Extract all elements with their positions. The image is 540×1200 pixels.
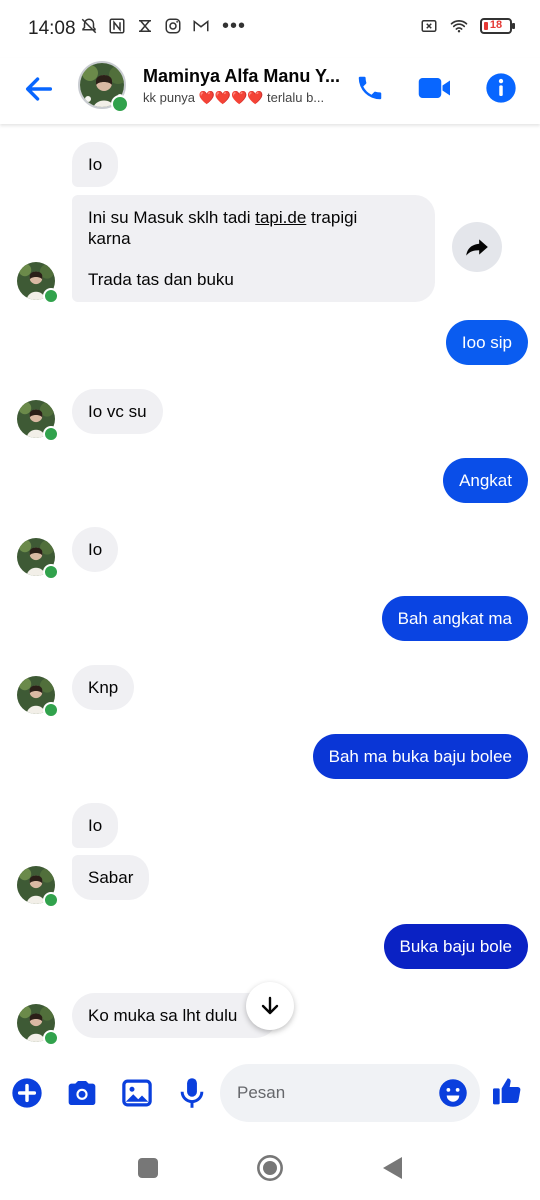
subtitle-prefix: kk punya: [143, 90, 196, 105]
status-bar: 14:08 ••• 18: [0, 0, 540, 58]
arrow-left-icon: [25, 77, 53, 101]
online-indicator: [43, 288, 59, 304]
contact-name[interactable]: Maminya Alfa Manu Y...: [143, 66, 343, 87]
capcut-icon: [139, 20, 151, 32]
online-indicator: [43, 702, 59, 718]
video-call-button[interactable]: [417, 70, 453, 106]
subtitle-suffix: terlalu b...: [267, 90, 325, 105]
message-outgoing[interactable]: Bah angkat ma: [381, 596, 528, 641]
message-text: karna: [88, 229, 131, 248]
message-incoming[interactable]: Io: [72, 527, 119, 572]
message-incoming[interactable]: Ini su Masuk sklh tadi tapi.de trapigi k…: [72, 195, 435, 302]
message-text: Trada tas dan buku: [88, 270, 234, 289]
camera-button[interactable]: [65, 1076, 99, 1110]
online-indicator: [43, 1030, 59, 1046]
emoji-button[interactable]: [438, 1078, 468, 1108]
smiley-icon: [439, 1079, 467, 1107]
message-incoming[interactable]: Knp: [72, 665, 135, 710]
nfc-icon: [109, 18, 125, 34]
battery-icon: 18: [480, 18, 515, 34]
info-icon: [486, 73, 516, 103]
message-incoming[interactable]: Io vc su: [72, 389, 163, 434]
message-text: Angkat: [459, 471, 512, 490]
message-text: Io: [88, 540, 103, 559]
scroll-to-bottom-button[interactable]: [246, 982, 294, 1030]
phone-icon: [358, 76, 382, 100]
online-indicator: [111, 95, 129, 113]
home-button[interactable]: [256, 1154, 284, 1182]
message-incoming[interactable]: Sabar: [72, 855, 150, 900]
image-icon: [122, 1079, 152, 1107]
plus-circle-icon: [12, 1078, 42, 1108]
share-arrow-icon: [466, 239, 488, 256]
circle-icon: [257, 1155, 283, 1181]
contact-subtitle: kk punya ❤️❤️❤️❤️ terlalu b...: [143, 90, 333, 106]
subtitle-hearts: ❤️❤️❤️❤️: [198, 90, 264, 105]
back-button[interactable]: [22, 72, 56, 106]
message-text: Io: [88, 816, 103, 835]
message-composer: Pesan: [0, 1048, 540, 1140]
message-text: Bah ma buka baju bolee: [328, 747, 512, 766]
recents-button[interactable]: [134, 1154, 162, 1182]
message-input[interactable]: Pesan: [220, 1064, 480, 1122]
video-camera-icon: [418, 78, 450, 98]
back-nav-button[interactable]: [378, 1154, 406, 1182]
bell-off-icon: [81, 18, 97, 34]
microphone-icon: [180, 1078, 204, 1108]
gmail-icon: [193, 19, 209, 32]
arrow-down-icon: [261, 996, 279, 1015]
more-actions-button[interactable]: [10, 1076, 44, 1110]
conversation-header: Maminya Alfa Manu Y... kk punya ❤️❤️❤️❤️…: [0, 58, 540, 124]
message-outgoing[interactable]: Buka baju bole: [383, 924, 528, 969]
message-outgoing[interactable]: Bah ma buka baju bolee: [312, 734, 528, 779]
status-notification-icons: •••: [80, 15, 247, 37]
message-outgoing[interactable]: Angkat: [443, 458, 528, 503]
gallery-button[interactable]: [120, 1076, 154, 1110]
conversation-info-button[interactable]: [483, 70, 519, 106]
online-indicator: [43, 426, 59, 442]
message-text: Knp: [88, 678, 119, 697]
online-indicator: [43, 564, 59, 580]
message-text: Bah angkat ma: [397, 609, 512, 628]
square-icon: [138, 1158, 158, 1178]
wifi-icon: [450, 20, 468, 33]
message-text: Ko muka sa lht dulu: [88, 1006, 238, 1025]
camera-icon: [68, 1081, 96, 1105]
message-text: trapigi: [306, 208, 358, 227]
message-outgoing[interactable]: Ioo sip: [445, 320, 528, 365]
status-time: 14:08: [28, 18, 76, 39]
no-sim-icon: [421, 20, 437, 32]
message-incoming[interactable]: Io: [72, 142, 119, 187]
message-incoming[interactable]: Io: [72, 803, 119, 848]
message-text: Sabar: [88, 868, 134, 887]
system-navigation-bar: [0, 1140, 540, 1200]
message-text: Ini su Masuk sklh tadi: [88, 208, 256, 227]
voice-message-button[interactable]: [175, 1076, 209, 1110]
message-thread[interactable]: Io Ini su Masuk sklh tadi tapi.de trapig…: [0, 124, 540, 1048]
message-input-placeholder: Pesan: [237, 1083, 286, 1102]
message-text: Ioo sip: [461, 333, 512, 352]
status-system-icons: 18: [420, 17, 515, 35]
instagram-icon: [165, 18, 181, 34]
forward-button[interactable]: [452, 222, 502, 272]
online-indicator: [43, 892, 59, 908]
triangle-back-icon: [383, 1157, 402, 1179]
audio-call-button[interactable]: [352, 70, 388, 106]
more-notifications-icon: •••: [222, 15, 247, 37]
message-text: Buka baju bole: [399, 937, 512, 956]
battery-level: 18: [489, 19, 503, 31]
message-text: Io vc su: [88, 402, 147, 421]
message-link[interactable]: tapi.de: [255, 208, 306, 227]
message-text: Io: [88, 155, 103, 174]
thumbs-up-icon: [493, 1078, 521, 1105]
like-button[interactable]: [490, 1074, 524, 1108]
